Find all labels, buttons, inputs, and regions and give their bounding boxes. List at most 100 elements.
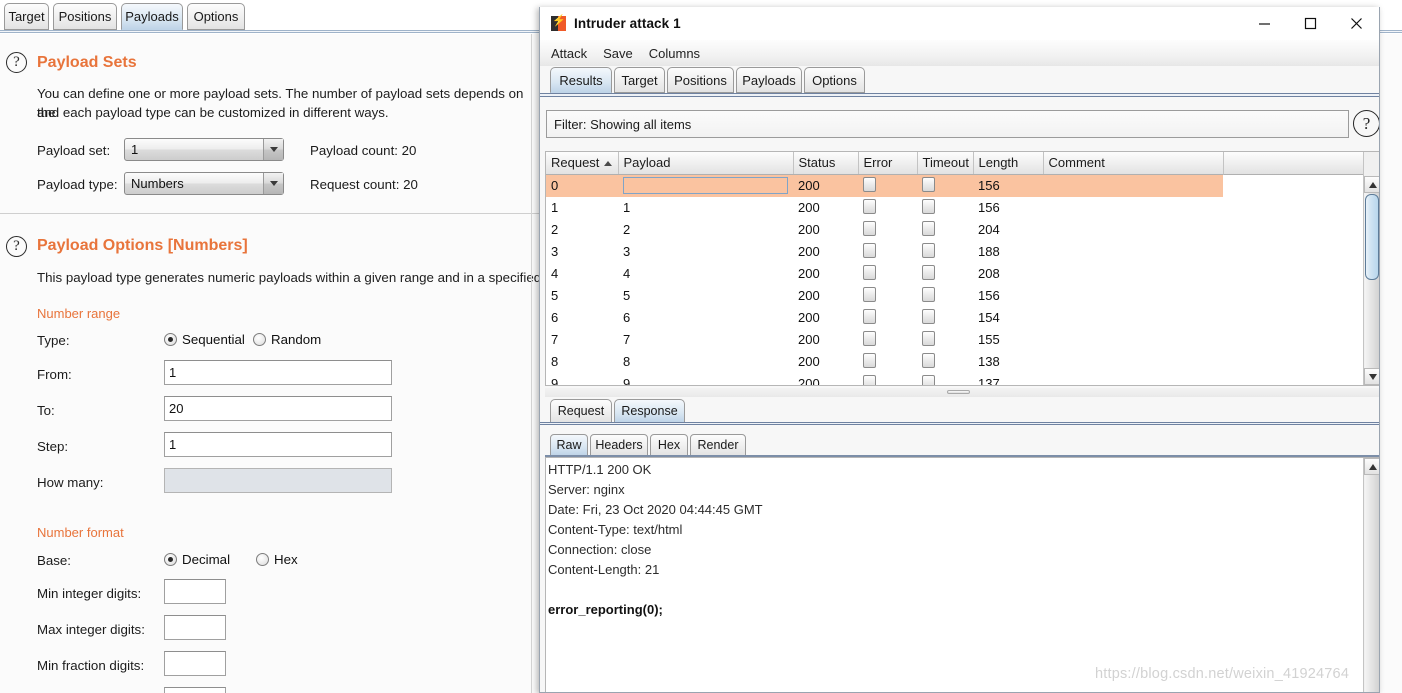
filter-help-icon[interactable]: ? <box>1353 110 1379 137</box>
cell-timeout[interactable] <box>917 263 973 285</box>
table-row[interactable]: 1 1 200 156 <box>546 197 1223 219</box>
max-integer-digits-input[interactable] <box>164 615 226 640</box>
tab-options[interactable]: Options <box>187 3 245 30</box>
table-row[interactable]: 4 4 200 208 <box>546 263 1223 285</box>
error-checkbox[interactable] <box>863 286 876 302</box>
view-tab-render[interactable]: Render <box>690 434 746 456</box>
intruder-tab-target[interactable]: Target <box>614 67 665 93</box>
column-header-payload[interactable]: Payload <box>618 152 794 175</box>
table-row[interactable]: 9 9 200 137 <box>546 373 1223 385</box>
intruder-titlebar[interactable]: Intruder attack 1 <box>540 7 1379 40</box>
cell-payload[interactable]: 6 <box>618 307 793 329</box>
tab-positions[interactable]: Positions <box>53 3 117 30</box>
radio-base-decimal[interactable]: Decimal <box>164 552 230 567</box>
timeout-checkbox[interactable] <box>922 176 935 192</box>
intruder-tab-results[interactable]: Results <box>550 67 612 93</box>
how-many-input[interactable] <box>164 468 392 493</box>
error-checkbox[interactable] <box>863 176 876 192</box>
intruder-tab-payloads[interactable]: Payloads <box>736 67 802 93</box>
minimize-button[interactable] <box>1241 7 1287 40</box>
results-table-container[interactable]: Request Payload Status Error Timeout Len… <box>545 151 1379 386</box>
from-input[interactable]: 1 <box>164 360 392 385</box>
close-button[interactable] <box>1333 7 1379 40</box>
scroll-up-button[interactable] <box>1364 458 1379 475</box>
cell-payload[interactable]: 1 <box>618 197 793 219</box>
cell-error[interactable] <box>858 351 917 373</box>
min-integer-digits-input[interactable] <box>164 579 226 604</box>
maximize-button[interactable] <box>1287 7 1333 40</box>
cell-payload[interactable]: 3 <box>618 241 793 263</box>
table-row[interactable]: 3 3 200 188 <box>546 241 1223 263</box>
error-checkbox[interactable] <box>863 198 876 214</box>
cell-error[interactable] <box>858 219 917 241</box>
cell-timeout[interactable] <box>917 307 973 329</box>
message-tab-request[interactable]: Request <box>550 399 612 423</box>
menu-attack[interactable]: Attack <box>551 46 587 61</box>
timeout-checkbox[interactable] <box>922 308 935 324</box>
table-row[interactable]: 7 7 200 155 <box>546 329 1223 351</box>
menu-columns[interactable]: Columns <box>649 46 700 61</box>
timeout-checkbox[interactable] <box>922 374 935 385</box>
view-tab-headers[interactable]: Headers <box>590 434 648 456</box>
cell-error[interactable] <box>858 373 917 385</box>
payload-edit-box[interactable] <box>623 177 788 194</box>
column-header-comment[interactable]: Comment <box>1043 152 1224 175</box>
view-tab-raw[interactable]: Raw <box>550 434 588 456</box>
column-header-status[interactable]: Status <box>793 152 859 175</box>
timeout-checkbox[interactable] <box>922 198 935 214</box>
response-raw-panel[interactable]: HTTP/1.1 200 OK Server: nginx Date: Fri, 2… <box>545 457 1379 692</box>
cell-payload[interactable]: 4 <box>618 263 793 285</box>
cell-payload[interactable]: 5 <box>618 285 793 307</box>
cell-payload[interactable]: 8 <box>618 351 793 373</box>
payload-type-dropdown[interactable]: Numbers <box>124 172 284 195</box>
timeout-checkbox[interactable] <box>922 264 935 280</box>
error-checkbox[interactable] <box>863 242 876 258</box>
filter-bar[interactable]: Filter: Showing all items <box>546 110 1349 138</box>
error-checkbox[interactable] <box>863 308 876 324</box>
cell-payload[interactable]: 9 <box>618 373 793 385</box>
column-header-request[interactable]: Request <box>546 152 619 175</box>
payload-set-dropdown[interactable]: 1 <box>124 138 284 161</box>
cell-error[interactable] <box>858 174 917 197</box>
cell-timeout[interactable] <box>917 197 973 219</box>
error-checkbox[interactable] <box>863 264 876 280</box>
scroll-up-button[interactable] <box>1364 176 1379 193</box>
column-header-length[interactable]: Length <box>973 152 1044 175</box>
error-checkbox[interactable] <box>863 330 876 346</box>
message-tab-response[interactable]: Response <box>614 399 685 423</box>
step-input[interactable]: 1 <box>164 432 392 457</box>
cell-timeout[interactable] <box>917 351 973 373</box>
timeout-checkbox[interactable] <box>922 352 935 368</box>
error-checkbox[interactable] <box>863 220 876 236</box>
column-header-timeout[interactable]: Timeout <box>917 152 974 175</box>
cell-timeout[interactable] <box>917 373 973 385</box>
cell-error[interactable] <box>858 241 917 263</box>
error-checkbox[interactable] <box>863 352 876 368</box>
scroll-track[interactable] <box>1365 475 1379 692</box>
scroll-down-button[interactable] <box>1364 368 1379 385</box>
cell-payload[interactable]: 2 <box>618 219 793 241</box>
splitter-grip[interactable] <box>947 390 970 394</box>
table-row[interactable]: 5 5 200 156 <box>546 285 1223 307</box>
timeout-checkbox[interactable] <box>922 242 935 258</box>
max-fraction-digits-input[interactable] <box>164 687 226 693</box>
intruder-tab-positions[interactable]: Positions <box>667 67 734 93</box>
cell-error[interactable] <box>858 197 917 219</box>
min-fraction-digits-input[interactable] <box>164 651 226 676</box>
timeout-checkbox[interactable] <box>922 286 935 302</box>
error-checkbox[interactable] <box>863 374 876 385</box>
cell-timeout[interactable] <box>917 174 973 197</box>
radio-type-sequential[interactable]: Sequential <box>164 332 245 347</box>
scroll-thumb[interactable] <box>1365 194 1379 280</box>
cell-payload[interactable] <box>618 174 793 197</box>
cell-payload[interactable]: 7 <box>618 329 793 351</box>
cell-error[interactable] <box>858 329 917 351</box>
timeout-checkbox[interactable] <box>922 220 935 236</box>
payload-sets-help-icon[interactable]: ? <box>6 52 27 73</box>
cell-timeout[interactable] <box>917 285 973 307</box>
cell-error[interactable] <box>858 285 917 307</box>
table-row[interactable]: 2 2 200 204 <box>546 219 1223 241</box>
table-vertical-scrollbar[interactable] <box>1363 152 1379 385</box>
intruder-tab-options[interactable]: Options <box>804 67 865 93</box>
radio-type-random[interactable]: Random <box>253 332 321 347</box>
